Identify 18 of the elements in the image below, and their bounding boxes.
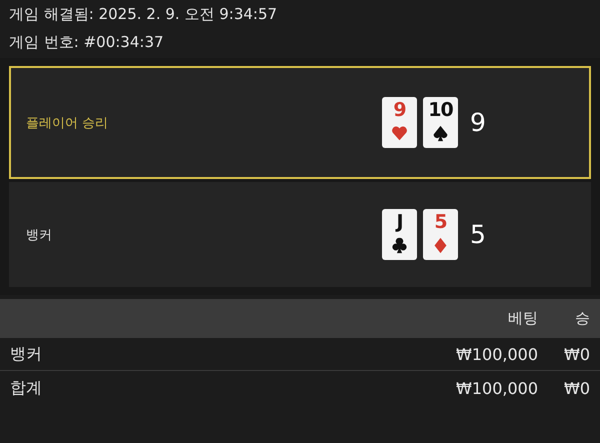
card-rank: J: [396, 212, 403, 232]
game-number: 게임 번호: #00:34:37: [9, 32, 164, 53]
hand-label: 뱅커: [26, 226, 53, 244]
card-rank: 10: [428, 100, 453, 120]
card-rank: 5: [434, 212, 447, 232]
table-cell-text: 합계: [10, 378, 43, 398]
resolved-time: 게임 해결됨: 2025. 2. 9. 오전 9:34:57: [9, 4, 278, 25]
table-cell-text: ₩0: [563, 378, 590, 398]
hand-total: 5: [470, 220, 486, 249]
table-cell-text: 뱅커: [10, 344, 43, 364]
table-cell-text: ₩0: [563, 344, 590, 364]
table-cell-text: ₩100,000: [455, 344, 538, 364]
hand-label: 플레이어 승리: [26, 114, 110, 132]
card-rank: 9: [393, 100, 406, 120]
column-header: 베팅: [507, 309, 538, 328]
table-cell-text: ₩100,000: [455, 378, 538, 398]
column-header: 승: [574, 309, 590, 328]
hand-total: 9: [470, 108, 486, 137]
